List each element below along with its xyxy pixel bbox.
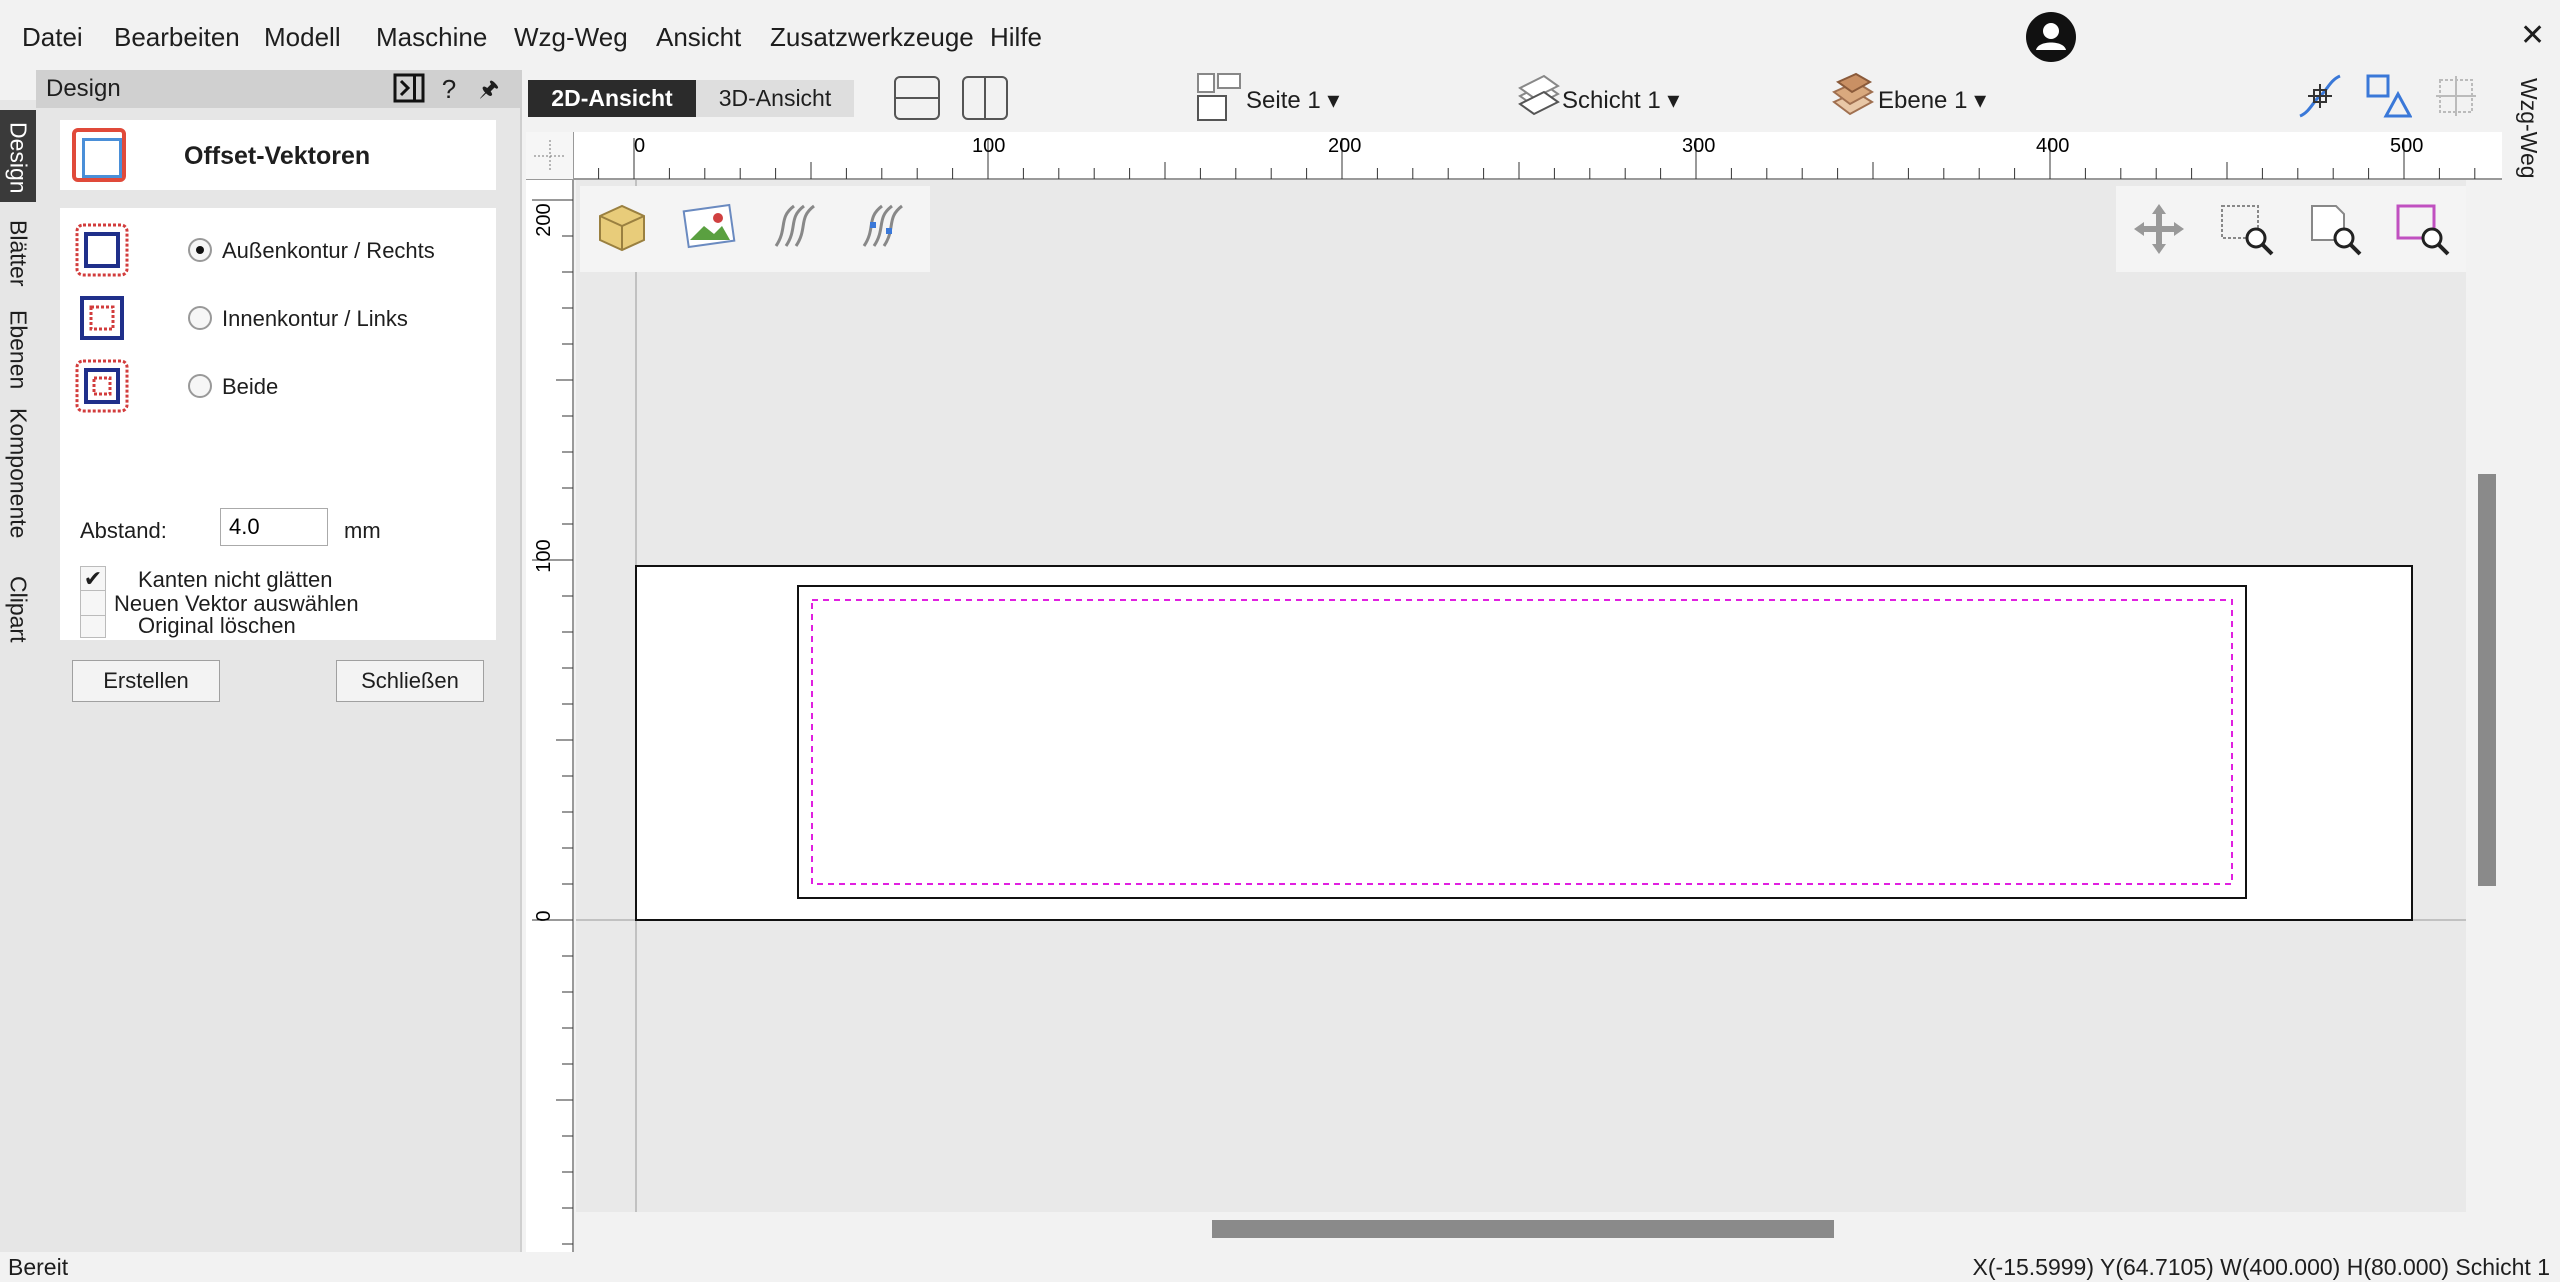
- horizontal-scroll-thumb[interactable]: [1212, 1220, 1834, 1238]
- schicht-dropdown-label: Schicht 1: [1562, 87, 1661, 114]
- ruler-vertical: 200 100 0: [526, 180, 574, 1252]
- snap-grid-icon[interactable]: [2432, 72, 2480, 120]
- abstand-unit: mm: [344, 518, 381, 543]
- ruler-top-label: 400: [2036, 135, 2069, 157]
- design-panel: Design ? 🖈 Offset-Vektoren Außenkontur /…: [36, 70, 520, 1252]
- label-both: Beide: [222, 374, 279, 399]
- status-text: Bereit: [8, 1254, 69, 1280]
- collapse-panel-icon[interactable]: [392, 72, 426, 106]
- tab-design[interactable]: Design: [0, 110, 36, 202]
- both-contours-icon: [74, 358, 130, 414]
- ruler-top-label: 0: [634, 135, 645, 157]
- menu-modell[interactable]: Modell: [264, 22, 341, 53]
- user-account-icon[interactable]: [2026, 12, 2076, 62]
- page-dropdown-label: Seite 1: [1246, 87, 1321, 114]
- help-icon[interactable]: ?: [432, 72, 466, 106]
- cursor-coordinates: X(-15.5999) Y(64.7105) W(400.000) H(80.0…: [1972, 1254, 2550, 1280]
- menu-wzg-weg[interactable]: Wzg-Weg: [514, 22, 628, 53]
- page-icon: [1196, 72, 1242, 122]
- panel-header: Design ? 🖈: [36, 70, 520, 108]
- ruler-origin-button[interactable]: [526, 132, 574, 180]
- checkbox-kanten-nicht-glaetten[interactable]: ✔: [80, 566, 106, 592]
- ruler-top-label: 500: [2390, 135, 2423, 157]
- level-stack-icon: [1830, 72, 1876, 122]
- menu-hilfe[interactable]: Hilfe: [990, 22, 1042, 53]
- left-tab-strip: Design Blätter Ebenen Komponente Clipart: [0, 100, 36, 1252]
- page-dropdown[interactable]: Seite 1 ▾: [1246, 86, 1339, 115]
- checkbox-neuen-vektor-auswaehlen[interactable]: [80, 590, 106, 616]
- close-button[interactable]: Schließen: [336, 660, 484, 702]
- ebene-dropdown[interactable]: Ebene 1 ▾: [1878, 86, 1986, 115]
- schicht-dropdown[interactable]: Schicht 1 ▾: [1562, 86, 1679, 115]
- ebene-dropdown-label: Ebene 1: [1878, 87, 1968, 114]
- panel-title: Design: [46, 75, 121, 102]
- menu-ansicht[interactable]: Ansicht: [656, 22, 741, 53]
- close-window-icon[interactable]: ✕: [2520, 18, 2545, 53]
- split-vertical-button[interactable]: [962, 76, 1008, 120]
- ruler-horizontal: 0 100 200 300 400 500: [574, 132, 2502, 180]
- pan-icon[interactable]: [2130, 200, 2188, 258]
- zoom-selection-icon[interactable]: [2394, 200, 2452, 258]
- radio-outer-contour[interactable]: [188, 238, 212, 262]
- tab-clipart[interactable]: Clipart: [0, 566, 36, 656]
- outer-contour-icon: [74, 222, 130, 278]
- tool-title: Offset-Vektoren: [184, 142, 371, 170]
- layer-stack-icon: [1516, 72, 1562, 122]
- menu-bar: Datei Bearbeiten Modell Maschine Wzg-Weg…: [0, 0, 2560, 70]
- abstand-input[interactable]: [220, 508, 328, 546]
- vertical-scroll-thumb[interactable]: [2478, 474, 2496, 886]
- right-tab-strip: [2502, 70, 2560, 1252]
- material-sheet: [635, 565, 2413, 921]
- panel-splitter[interactable]: [520, 70, 522, 1252]
- abstand-label: Abstand:: [80, 518, 167, 543]
- 3d-model-icon[interactable]: [592, 198, 650, 256]
- snap-shape-icon[interactable]: [2364, 72, 2412, 120]
- offset-vectors-icon: [72, 128, 126, 182]
- wave-nodes-icon[interactable]: [856, 198, 914, 256]
- tab-wzg-weg[interactable]: Wzg-Weg: [2506, 78, 2542, 198]
- menu-datei[interactable]: Datei: [22, 22, 83, 53]
- offset-options-card: Außenkontur / Rechts Innenkontur / Links…: [60, 208, 496, 640]
- tab-2d-view[interactable]: 2D-Ansicht: [528, 80, 696, 117]
- radio-inner-contour[interactable]: [188, 306, 212, 330]
- status-bar: Bereit X(-15.5999) Y(64.7105) W(400.000)…: [0, 1252, 2560, 1282]
- inner-contour-icon: [74, 290, 130, 346]
- label-inner-contour: Innenkontur / Links: [222, 306, 408, 331]
- label-neuen-vektor-auswaehlen: Neuen Vektor auswählen: [114, 591, 359, 616]
- tab-3d-view[interactable]: 3D-Ansicht: [696, 80, 854, 117]
- pin-icon[interactable]: 🖈: [472, 72, 506, 106]
- ruler-top-label: 100: [972, 135, 1005, 157]
- split-horizontal-button[interactable]: [894, 76, 940, 120]
- create-button[interactable]: Erstellen: [72, 660, 220, 702]
- wave-vector-icon[interactable]: [768, 198, 826, 256]
- drawing-workspace[interactable]: [576, 180, 2466, 1212]
- zoom-box-icon[interactable]: [2218, 200, 2276, 258]
- tool-title-card: Offset-Vektoren: [60, 120, 496, 190]
- ruler-left-label: 100: [533, 539, 555, 572]
- snap-node-icon[interactable]: [2296, 72, 2344, 120]
- image-import-icon[interactable]: [680, 198, 738, 256]
- menu-bearbeiten[interactable]: Bearbeiten: [114, 22, 240, 53]
- radio-both[interactable]: [188, 374, 212, 398]
- tab-blaetter[interactable]: Blätter: [0, 210, 36, 298]
- ruler-left-label: 0: [533, 910, 555, 921]
- tab-komponente[interactable]: Komponente: [0, 398, 36, 538]
- menu-zusatzwerkzeuge[interactable]: Zusatzwerkzeuge: [770, 22, 974, 53]
- ruler-top-label: 300: [1682, 135, 1715, 157]
- zoom-page-icon[interactable]: [2306, 200, 2364, 258]
- tab-ebenen[interactable]: Ebenen: [0, 300, 36, 390]
- ruler-top-label: 200: [1328, 135, 1361, 157]
- ruler-left-label: 200: [533, 203, 555, 236]
- label-kanten-nicht-glaetten: Kanten nicht glätten: [138, 567, 333, 592]
- menu-maschine[interactable]: Maschine: [376, 22, 487, 53]
- label-outer-contour: Außenkontur / Rechts: [222, 238, 435, 263]
